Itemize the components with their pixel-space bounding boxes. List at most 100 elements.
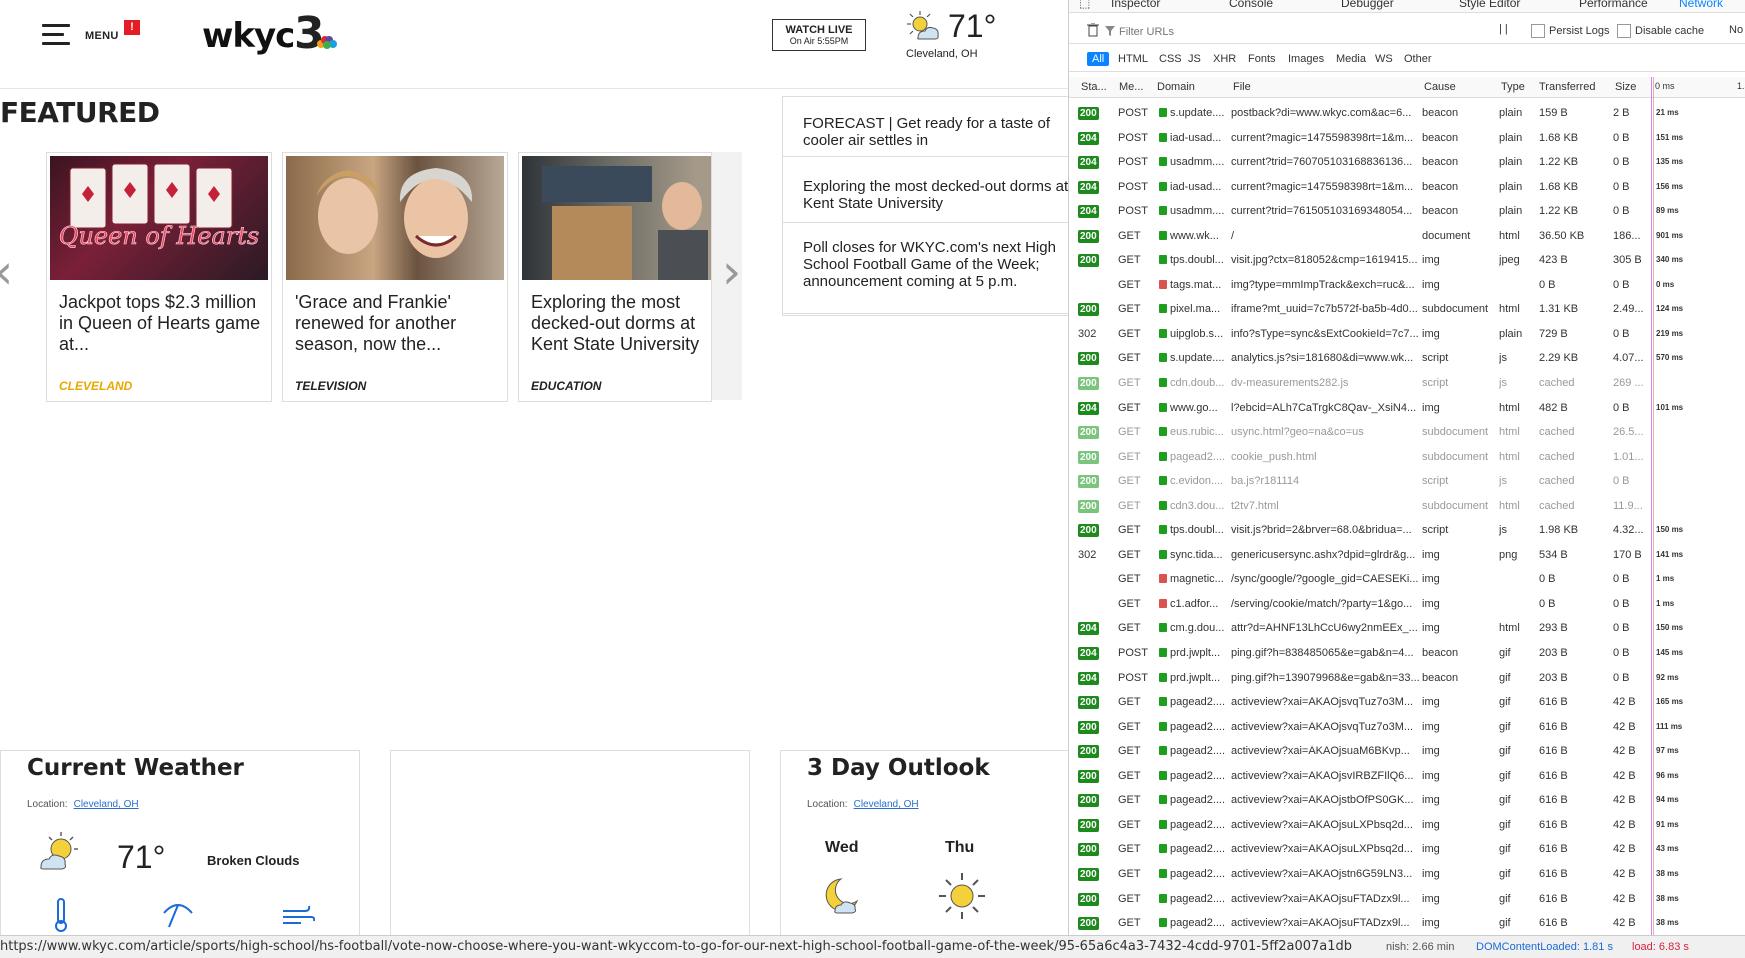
network-request-row[interactable]: GET magnetic... /sync/google/?google_gid=C… xyxy=(1069,567,1745,592)
col-cause[interactable]: Cause xyxy=(1424,81,1456,93)
network-request-row[interactable]: 200 GET c.evidon.... ba.js?r181114 script js c… xyxy=(1069,469,1745,494)
umbrella-icon xyxy=(163,904,193,928)
tab-debugger[interactable]: Debugger xyxy=(1341,0,1394,10)
network-request-row[interactable]: 200 GET pagead2.... activeview?xai=AKAOjsuF… xyxy=(1069,911,1745,935)
request-file: activeview?xai=AKAOjsvqTuz7o3M... xyxy=(1231,720,1414,733)
col-status[interactable]: Sta... xyxy=(1081,81,1107,93)
filter-all[interactable]: All xyxy=(1087,52,1110,66)
network-request-row[interactable]: GET tags.mat... img?type=mmImpTrack&exch=r… xyxy=(1069,273,1745,298)
network-request-row[interactable]: 204 POST prd.jwplt... ping.gif?h=838485065&… xyxy=(1069,641,1745,666)
col-file[interactable]: File xyxy=(1233,81,1251,93)
network-request-row[interactable]: 200 GET cdn3.dou... t2tv7.html subdocument ht… xyxy=(1069,494,1745,519)
pick-element-icon[interactable]: ⬚ xyxy=(1079,0,1090,10)
request-file: / xyxy=(1231,229,1235,242)
current-weather-location: Location: Cleveland, OH xyxy=(27,799,139,810)
request-transferred: 1.98 KB xyxy=(1539,524,1579,537)
network-request-row[interactable]: 204 GET www.go... l?ebcid=ALh7CaTrgkC8Qav-_… xyxy=(1069,396,1745,421)
network-request-row[interactable]: 200 GET eus.rubic... usync.html?geo=na&co=u… xyxy=(1069,420,1745,445)
headline-item[interactable]: Poll closes for WKYC.com's next High Sch… xyxy=(783,223,1068,314)
tab-performance[interactable]: Performance xyxy=(1579,0,1648,10)
network-request-row[interactable]: 200 GET tps.doubl... visit.js?brid=2&brver=… xyxy=(1069,518,1745,543)
network-request-row[interactable]: GET c1.adfor... /serving/cookie/match/?par… xyxy=(1069,592,1745,617)
disable-cache-checkbox[interactable]: Disable cache xyxy=(1617,24,1704,38)
filter-fonts[interactable]: Fonts xyxy=(1243,52,1281,66)
network-request-row[interactable]: 200 GET pagead2.... activeview?xai=AKAOjsvI… xyxy=(1069,764,1745,789)
col-type[interactable]: Type xyxy=(1501,81,1525,93)
col-waterfall-start[interactable]: 0 ms xyxy=(1655,81,1675,91)
request-method: GET xyxy=(1118,917,1141,930)
network-request-row[interactable]: 204 POST usadmm.... current?trid=7607051031… xyxy=(1069,150,1745,175)
lock-icon xyxy=(1159,255,1167,265)
request-type: gif xyxy=(1499,647,1511,660)
network-request-row[interactable]: 200 GET pagead2.... activeview?xai=AKAOjsuF… xyxy=(1069,887,1745,912)
wkyc-logo[interactable]: wkyc 3 xyxy=(202,8,337,60)
network-request-row[interactable]: 200 GET tps.doubl... visit.jpg?ctx=818052&c… xyxy=(1069,248,1745,273)
filter-images[interactable]: Images xyxy=(1283,52,1329,66)
network-request-row[interactable]: 302 GET uipglob.s... info?sType=sync&sExtCo… xyxy=(1069,322,1745,347)
request-cause: beacon xyxy=(1422,131,1459,144)
network-request-row[interactable]: 204 POST iad-usad... current?magic=14755983… xyxy=(1069,175,1745,200)
request-transferred: 482 B xyxy=(1539,401,1568,414)
network-request-row[interactable]: 204 POST iad-usad... current?magic=14755983… xyxy=(1069,126,1745,151)
location-link[interactable]: Cleveland, OH xyxy=(854,799,919,810)
request-domain: c1.adfor... xyxy=(1159,592,1233,616)
filter-css[interactable]: CSS xyxy=(1154,52,1187,66)
filter-html[interactable]: HTML xyxy=(1113,52,1153,66)
request-type: gif xyxy=(1499,867,1511,880)
network-request-row[interactable]: 200 GET pagead2.... activeview?xai=AKAOjstn… xyxy=(1069,862,1745,887)
network-request-row[interactable]: 200 GET pagead2.... activeview?xai=AKAOjsua… xyxy=(1069,739,1745,764)
trash-icon[interactable] xyxy=(1087,23,1099,37)
tab-style-editor[interactable]: Style Editor xyxy=(1459,0,1520,10)
col-domain[interactable]: Domain xyxy=(1157,81,1195,93)
filter-ws[interactable]: WS xyxy=(1370,52,1398,66)
filter-media[interactable]: Media xyxy=(1331,52,1371,66)
network-request-row[interactable]: 204 POST usadmm.... current?trid=7615051031… xyxy=(1069,199,1745,224)
filter-urls-input[interactable] xyxy=(1117,21,1501,43)
network-request-row[interactable]: 204 GET cm.g.dou... attr?d=AHNF13LhCcU6wy2n… xyxy=(1069,616,1745,641)
featured-card[interactable]: Queen of Hearts Jackpot tops $2.3 millio… xyxy=(46,152,272,402)
carousel-prev-arrow[interactable]: ‹ xyxy=(0,244,13,300)
watch-live-button[interactable]: WATCH LIVE On Air 5:55PM xyxy=(772,19,866,51)
network-request-row[interactable]: 200 GET pagead2.... activeview?xai=AKAOjsuL… xyxy=(1069,813,1745,838)
menu-button[interactable]: MENU ! xyxy=(42,20,152,54)
request-type: gif xyxy=(1499,818,1511,831)
headline-item[interactable]: FORECAST | Get ready for a taste of cool… xyxy=(783,97,1068,157)
featured-card[interactable]: Exploring the most decked-out dorms at K… xyxy=(518,152,712,402)
col-method[interactable]: Me... xyxy=(1119,81,1143,93)
network-request-row[interactable]: 200 GET cdn.doub... dv-measurements282.js sc… xyxy=(1069,371,1745,396)
network-request-row[interactable]: 200 GET pagead2.... activeview?xai=AKAOjsvq… xyxy=(1069,715,1745,740)
request-transferred: 0 B xyxy=(1539,278,1556,291)
location-link[interactable]: Cleveland, OH xyxy=(74,799,139,810)
headline-item[interactable]: Exploring the most decked-out dorms at K… xyxy=(783,157,1068,223)
request-transferred: 36.50 KB xyxy=(1539,229,1585,242)
tab-network[interactable]: Network xyxy=(1679,0,1723,10)
network-request-row[interactable]: 302 GET sync.tida... genericusersync.ashx?d… xyxy=(1069,543,1745,568)
pause-button[interactable]: | | xyxy=(1499,23,1508,35)
network-request-row[interactable]: 204 POST prd.jwplt... ping.gif?h=139079968&… xyxy=(1069,666,1745,691)
request-domain: www.go... xyxy=(1159,396,1233,420)
filter-js[interactable]: JS xyxy=(1183,52,1206,66)
col-transferred[interactable]: Transferred xyxy=(1539,81,1595,93)
tab-inspector[interactable]: Inspector xyxy=(1111,0,1160,10)
col-size[interactable]: Size xyxy=(1615,81,1636,93)
request-domain: s.update.... xyxy=(1159,101,1233,125)
request-time: 1 ms xyxy=(1653,567,1745,591)
featured-card[interactable]: 'Grace and Frankie' renewed for another … xyxy=(282,152,508,402)
request-method: GET xyxy=(1118,303,1141,316)
network-request-row[interactable]: 200 GET www.wk... / document html 36.50 KB 186.… xyxy=(1069,224,1745,249)
waterfall-timing: 135 ms xyxy=(1656,157,1684,167)
header-weather[interactable]: 71° Cleveland, OH xyxy=(900,6,1000,66)
throttle-select[interactable]: No xyxy=(1729,24,1743,36)
tab-console[interactable]: Console xyxy=(1229,0,1273,10)
filter-other[interactable]: Other xyxy=(1399,52,1437,66)
network-request-row[interactable]: 200 GET pagead2.... activeview?xai=AKAOjsvq… xyxy=(1069,690,1745,715)
network-request-row[interactable]: 200 GET pixel.ma... iframe?mt_uuid=7c7b572f… xyxy=(1069,297,1745,322)
network-request-row[interactable]: 200 GET pagead2.... activeview?xai=AKAOjsuL… xyxy=(1069,837,1745,862)
persist-logs-checkbox[interactable]: Persist Logs xyxy=(1531,24,1610,38)
network-request-row[interactable]: 200 GET pagead2.... activeview?xai=AKAOjstb… xyxy=(1069,788,1745,813)
filter-xhr[interactable]: XHR xyxy=(1208,52,1241,66)
carousel-next-arrow[interactable]: › xyxy=(722,244,741,300)
network-request-row[interactable]: 200 GET pagead2.... cookie_push.html subdocu… xyxy=(1069,445,1745,470)
network-request-row[interactable]: 200 GET s.update.... analytics.js?si=181680… xyxy=(1069,346,1745,371)
network-request-row[interactable]: 200 POST s.update.... postback?di=www.wkyc.… xyxy=(1069,101,1745,126)
